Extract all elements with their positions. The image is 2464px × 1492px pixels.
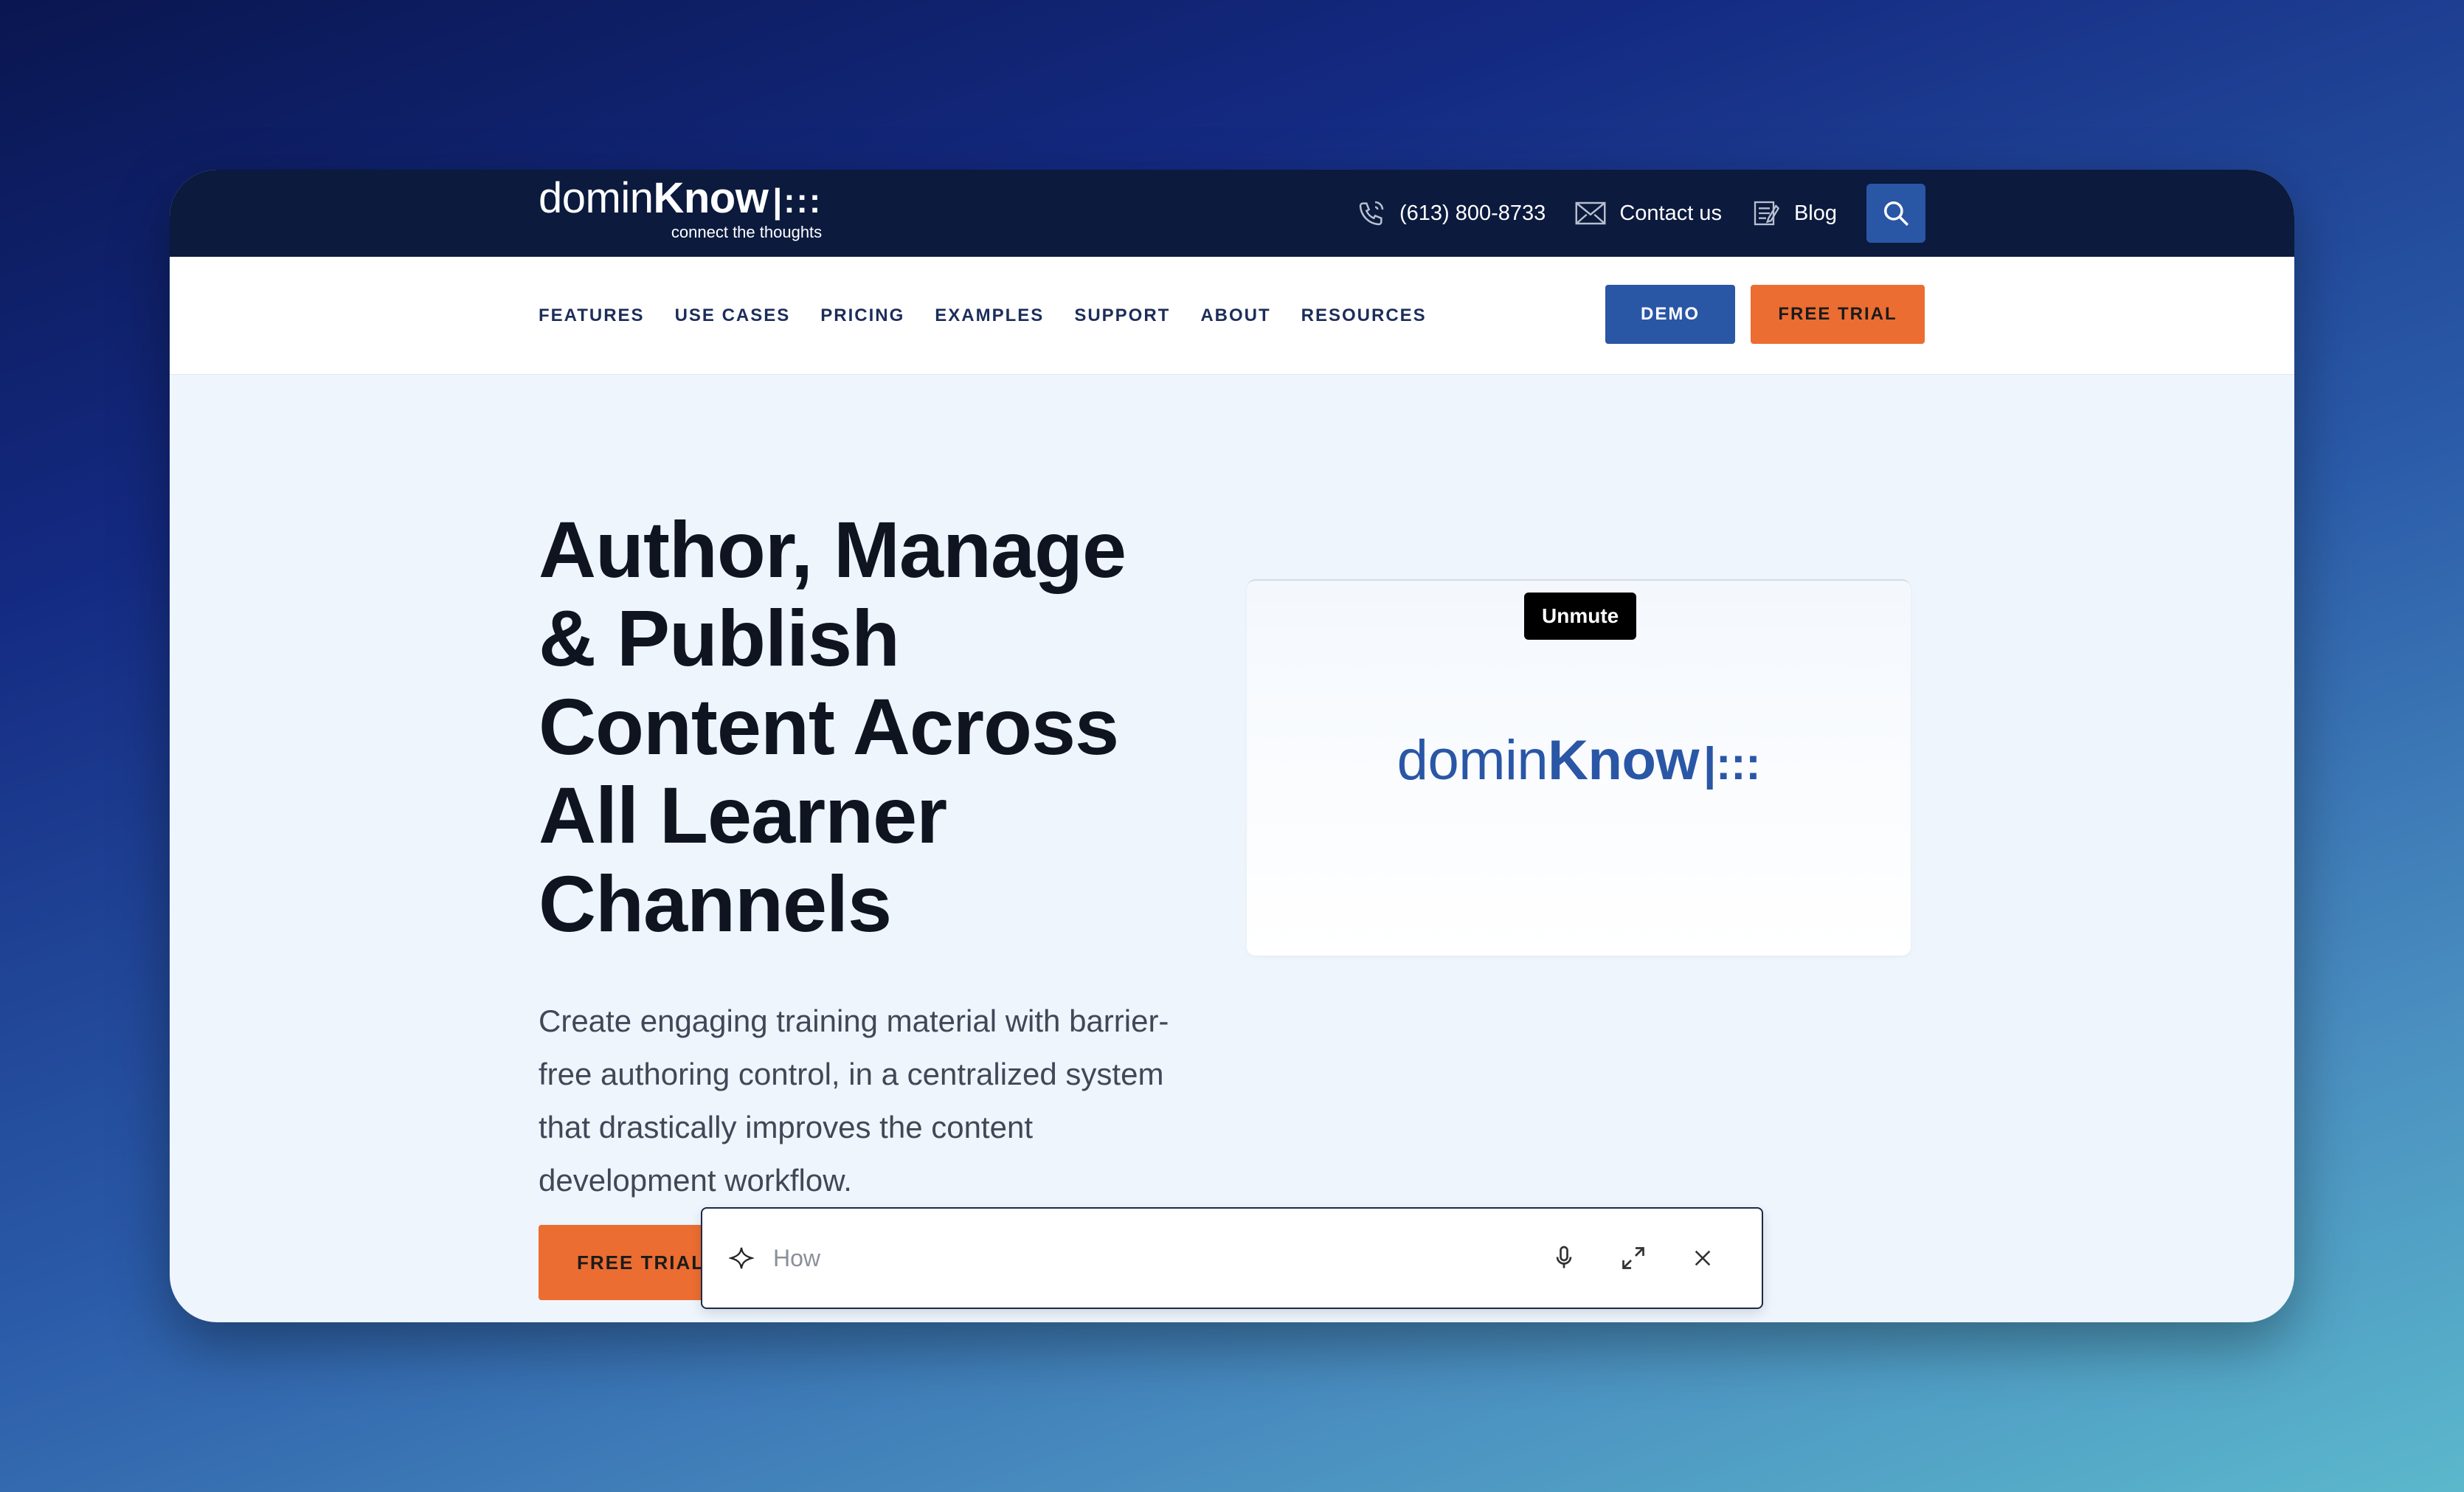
- site-logo[interactable]: domin Know |::: connect the thoughts: [539, 177, 822, 242]
- main-nav: FEATURES USE CASES PRICING EXAMPLES SUPP…: [170, 257, 2294, 375]
- logo-tagline: connect the thoughts: [671, 223, 823, 241]
- search-icon: [1884, 201, 1909, 227]
- video-logo-know: Know: [1548, 729, 1700, 792]
- search-button[interactable]: [1866, 184, 1925, 243]
- nav-pricing[interactable]: PRICING: [820, 305, 904, 326]
- sparkle-icon: [729, 1247, 754, 1269]
- hero-description: Create engaging training material with b…: [539, 1004, 1169, 1198]
- assistant-bar: [701, 1207, 1763, 1309]
- microphone-button[interactable]: [1542, 1236, 1586, 1280]
- hero-title: Author, Manage & Publish Content Across …: [539, 505, 1127, 948]
- nav-use-cases[interactable]: USE CASES: [675, 305, 791, 326]
- top-bar: domin Know |::: connect the thoughts (613)…: [170, 170, 2294, 257]
- nav-support[interactable]: SUPPORT: [1074, 305, 1170, 326]
- contact-label: Contact us: [1619, 201, 1722, 225]
- nav-about[interactable]: ABOUT: [1200, 305, 1270, 326]
- video-logo-dots: |:::: [1703, 739, 1761, 790]
- envelope-icon: [1575, 201, 1606, 225]
- expand-icon: [1622, 1247, 1644, 1269]
- blog-link[interactable]: Blog: [1751, 198, 1837, 228]
- expand-button[interactable]: [1611, 1236, 1655, 1280]
- utility-links: (613) 800-8733 Contact us Blog: [1357, 170, 2294, 257]
- video-player[interactable]: Unmute dominKnow|:::: [1247, 579, 1911, 956]
- hero-free-trial-button[interactable]: FREE TRIAL: [539, 1225, 716, 1300]
- contact-link[interactable]: Contact us: [1575, 201, 1722, 226]
- logo-wordmark: domin Know |:::: [539, 177, 822, 220]
- demo-button[interactable]: DEMO: [1605, 285, 1735, 344]
- logo-know: Know: [653, 174, 769, 222]
- unmute-button[interactable]: Unmute: [1524, 593, 1637, 640]
- nav-resources[interactable]: RESOURCES: [1301, 305, 1427, 326]
- blog-label: Blog: [1793, 201, 1837, 225]
- microphone-icon: [1556, 1246, 1572, 1268]
- nav-links: FEATURES USE CASES PRICING EXAMPLES SUPP…: [539, 257, 1457, 375]
- close-icon: [1695, 1250, 1711, 1266]
- nav-features[interactable]: FEATURES: [539, 305, 645, 326]
- nav-examples[interactable]: EXAMPLES: [935, 305, 1044, 326]
- phone-link[interactable]: (613) 800-8733: [1357, 198, 1546, 228]
- logo-domin: domin: [539, 174, 654, 222]
- phone-number: (613) 800-8733: [1399, 201, 1546, 225]
- blog-icon: [1754, 201, 1780, 226]
- video-logo: dominKnow|:::: [1247, 728, 1911, 792]
- assistant-input[interactable]: [773, 1244, 1542, 1272]
- video-logo-domin: domin: [1397, 729, 1548, 792]
- close-button[interactable]: [1681, 1236, 1725, 1280]
- free-trial-button[interactable]: FREE TRIAL: [1751, 285, 1925, 344]
- logo-dots: |:::: [772, 182, 823, 220]
- phone-icon: [1359, 201, 1384, 226]
- browser-window: domin Know |::: connect the thoughts (613)…: [170, 170, 2294, 1322]
